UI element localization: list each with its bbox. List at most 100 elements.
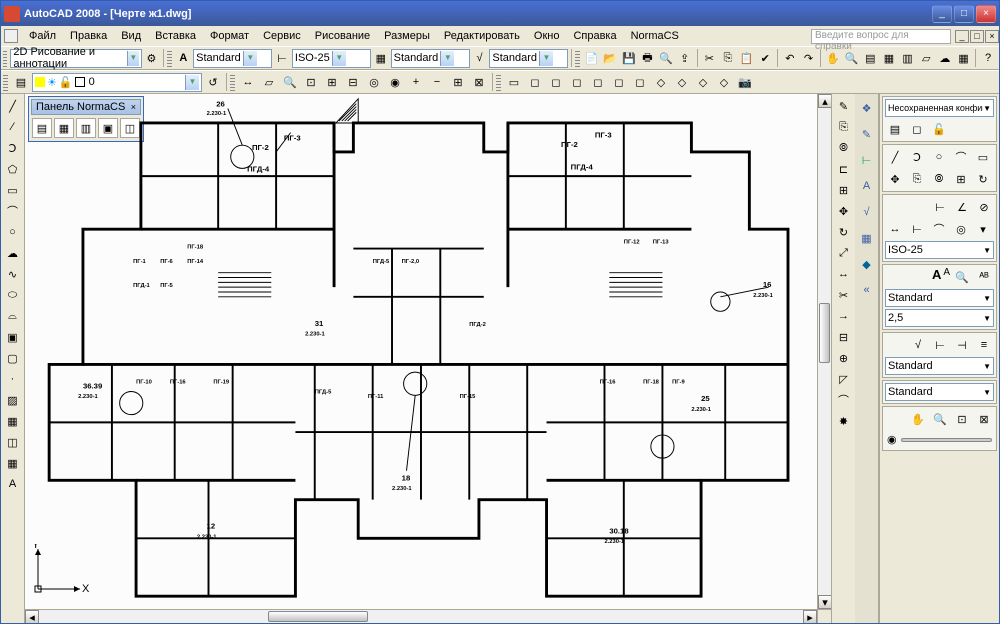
- rectangle-icon[interactable]: ▭: [973, 147, 993, 167]
- ml-3[interactable]: ⊣: [952, 335, 972, 355]
- rectangle-icon[interactable]: ▭: [3, 180, 23, 200]
- extend-icon[interactable]: →: [834, 306, 854, 326]
- pan-icon[interactable]: ✋: [824, 48, 842, 68]
- polygon-icon[interactable]: ⬠: [3, 159, 23, 179]
- zoom-win-icon[interactable]: ⊡: [301, 72, 321, 92]
- zoom-icon[interactable]: 🔍: [843, 48, 861, 68]
- workspace-settings-icon[interactable]: ⚙: [143, 48, 161, 68]
- dim-ang-icon[interactable]: ∠: [952, 197, 972, 217]
- view-left-icon[interactable]: ◻: [567, 72, 587, 92]
- view-back-icon[interactable]: ◻: [630, 72, 650, 92]
- named-views-icon[interactable]: ▭: [504, 72, 524, 92]
- chevron-down-icon[interactable]: ▼: [983, 294, 991, 303]
- mirror-icon[interactable]: ⦾: [929, 169, 949, 189]
- text-find-icon[interactable]: 🔍: [952, 267, 972, 287]
- table-panel-combo[interactable]: Standard ▼: [885, 383, 994, 401]
- maximize-button[interactable]: □: [954, 5, 974, 23]
- rotate-icon[interactable]: ↻: [973, 169, 993, 189]
- tab-table-icon[interactable]: ▦: [857, 228, 877, 248]
- new-icon[interactable]: 📄: [583, 48, 601, 68]
- scroll-thumb[interactable]: [819, 303, 830, 363]
- chamfer-icon[interactable]: ◸: [834, 369, 854, 389]
- dimstyle-panel-combo[interactable]: ISO-25 ▼: [885, 241, 994, 259]
- match-icon[interactable]: ✔: [756, 48, 774, 68]
- toolbar-grip[interactable]: [3, 49, 7, 67]
- vertical-scrollbar[interactable]: ▴ ▾: [817, 94, 831, 609]
- chevron-down-icon[interactable]: ▼: [243, 51, 257, 66]
- menu-dimensions[interactable]: Размеры: [377, 28, 437, 44]
- menu-service[interactable]: Сервис: [256, 28, 308, 44]
- fillet-icon[interactable]: ⌒: [834, 390, 854, 410]
- hatch-icon[interactable]: ▨: [3, 390, 23, 410]
- xline-icon[interactable]: ∕: [3, 117, 23, 137]
- tab-mleader-icon[interactable]: √: [857, 202, 877, 222]
- view-ne-icon[interactable]: ◇: [693, 72, 713, 92]
- textstyle-icon[interactable]: A: [175, 48, 193, 68]
- plot-icon[interactable]: 🖶: [639, 48, 657, 68]
- chevron-down-icon[interactable]: ▼: [332, 51, 346, 66]
- chevron-down-icon[interactable]: ▼: [185, 75, 199, 90]
- move-icon[interactable]: ✥: [834, 201, 854, 221]
- properties-icon[interactable]: ▤: [861, 48, 879, 68]
- tab-dim-icon[interactable]: ⊢: [857, 150, 877, 170]
- dim-2[interactable]: ⊢: [907, 219, 927, 239]
- arc-icon[interactable]: ⌒: [951, 147, 971, 167]
- layer-combo[interactable]: ☀ 🔓 0 ▼: [32, 73, 202, 92]
- nav-slider[interactable]: [901, 438, 992, 442]
- menu-insert[interactable]: Вставка: [148, 28, 203, 44]
- zoom-center-icon[interactable]: ◎: [364, 72, 384, 92]
- toolbar-grip[interactable]: [167, 49, 171, 67]
- line-icon[interactable]: ╱: [3, 96, 23, 116]
- textstyle-panel-combo[interactable]: Standard ▼: [885, 289, 994, 307]
- menu-file[interactable]: Файл: [22, 28, 63, 44]
- tab-collapse-icon[interactable]: «: [857, 280, 877, 300]
- nav-pan-icon[interactable]: ✋: [908, 409, 928, 429]
- menu-modify[interactable]: Редактировать: [437, 28, 527, 44]
- view-se-icon[interactable]: ◇: [672, 72, 692, 92]
- layer-btn-3[interactable]: 🔓: [929, 119, 949, 139]
- nav-zoom-icon[interactable]: 🔍: [930, 409, 950, 429]
- make-block-icon[interactable]: ▢: [3, 348, 23, 368]
- copy-obj-icon[interactable]: ⎘: [834, 117, 854, 137]
- nav-zoomext-icon[interactable]: ⊠: [974, 409, 994, 429]
- ellipse-icon[interactable]: ⬭: [3, 285, 23, 305]
- designcenter-icon[interactable]: ▦: [880, 48, 898, 68]
- zoom-obj-icon[interactable]: ◉: [385, 72, 405, 92]
- view-right-icon[interactable]: ◻: [588, 72, 608, 92]
- view-sw-icon[interactable]: ◇: [651, 72, 671, 92]
- region-icon[interactable]: ◫: [3, 432, 23, 452]
- markup-icon[interactable]: ☁: [936, 48, 954, 68]
- zoom-scale-icon[interactable]: ⊟: [343, 72, 363, 92]
- zoom-in-icon[interactable]: +: [406, 72, 426, 92]
- sheetset-icon[interactable]: ▱: [917, 48, 935, 68]
- menu-edit[interactable]: Правка: [63, 28, 114, 44]
- menu-format[interactable]: Формат: [203, 28, 256, 44]
- textheight-combo[interactable]: 2,5 ▼: [885, 309, 994, 327]
- erase-icon[interactable]: ✎: [834, 96, 854, 116]
- mlstyle-icon[interactable]: √: [471, 48, 489, 68]
- toolbar-grip[interactable]: [496, 73, 501, 91]
- revcloud-icon[interactable]: ☁: [3, 243, 23, 263]
- tab-layers-icon[interactable]: ❖: [857, 98, 877, 118]
- circle-icon[interactable]: ○: [3, 222, 23, 242]
- spline-icon[interactable]: ∿: [3, 264, 23, 284]
- help-icon[interactable]: ?: [979, 48, 997, 68]
- text-big-a[interactable]: A: [932, 267, 941, 287]
- tablestyle-icon[interactable]: ▦: [372, 48, 390, 68]
- view-front-icon[interactable]: ◻: [609, 72, 629, 92]
- dim-lin-icon[interactable]: ⊢: [930, 197, 950, 217]
- zoom-out-icon[interactable]: −: [427, 72, 447, 92]
- cut-icon[interactable]: ✂: [700, 48, 718, 68]
- tablestyle-combo[interactable]: Standard ▼: [391, 49, 470, 68]
- toolbar-grip[interactable]: [230, 73, 235, 91]
- stretch-icon[interactable]: ↔: [834, 264, 854, 284]
- multileader-combo[interactable]: Standard ▼: [885, 357, 994, 375]
- layer-state-combo[interactable]: Несохраненная конфигу ▼: [885, 99, 994, 117]
- array-icon[interactable]: ⊞: [834, 180, 854, 200]
- scroll-left-icon[interactable]: ◂: [25, 610, 39, 623]
- drawing-area[interactable]: Панель NormaCS × ▤ ▦ ▥ ▣ ◫: [25, 94, 831, 623]
- menu-view[interactable]: Вид: [114, 28, 148, 44]
- camera-icon[interactable]: 📷: [735, 72, 755, 92]
- view-bottom-icon[interactable]: ◻: [546, 72, 566, 92]
- move-icon[interactable]: ✥: [885, 169, 905, 189]
